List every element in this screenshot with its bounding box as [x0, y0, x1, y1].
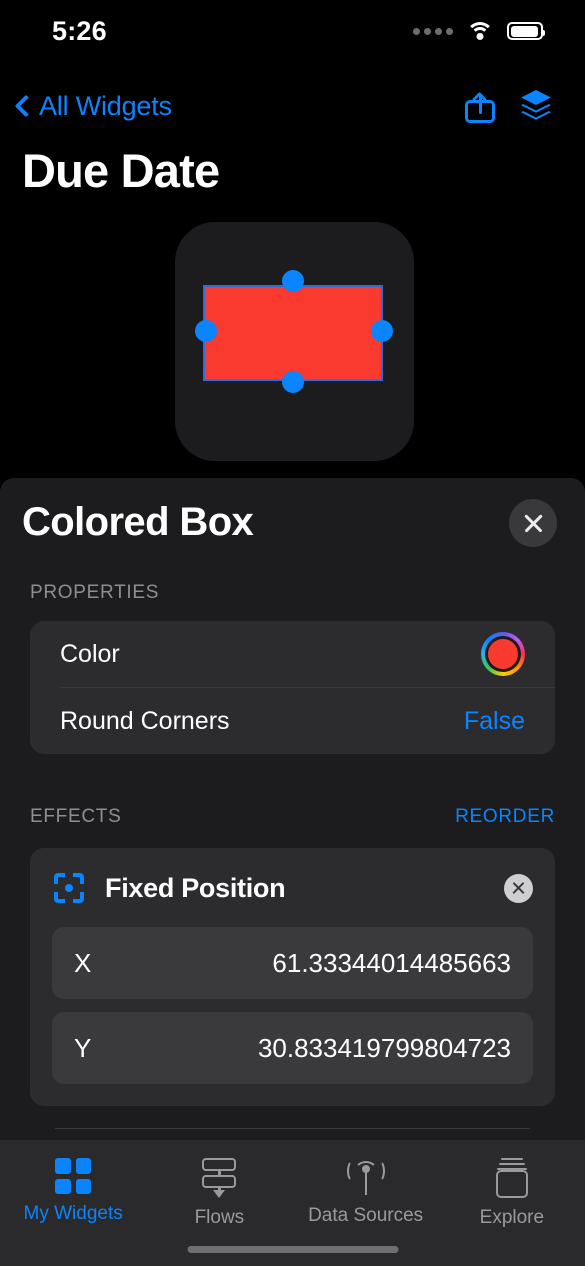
resize-handle-left[interactable]	[195, 320, 217, 342]
tab-label-flows: Flows	[194, 1207, 245, 1228]
effect-header: Fixed Position	[52, 862, 533, 914]
sheet-title: Colored Box	[22, 500, 254, 544]
back-button-label: All Widgets	[39, 90, 172, 121]
resize-handle-bottom[interactable]	[282, 371, 304, 393]
flows-icon	[198, 1158, 240, 1198]
chevron-left-icon	[14, 94, 38, 118]
status-time: 5:26	[52, 15, 107, 46]
effect-field-key-y: Y	[74, 1032, 92, 1063]
nav-actions	[465, 89, 555, 123]
remove-icon[interactable]	[504, 873, 533, 903]
reorder-button[interactable]: REORDER	[455, 806, 555, 828]
layers-glyph	[521, 90, 551, 120]
antenna-icon	[345, 1158, 387, 1196]
page-title: Due Date	[22, 144, 220, 197]
property-row-color[interactable]: Color	[30, 621, 555, 687]
cellular-dots-icon	[413, 27, 453, 35]
effect-field-value-x[interactable]: 61.33344014485663	[272, 948, 511, 979]
grid-icon	[55, 1158, 92, 1194]
effect-field-x[interactable]: X 61.33344014485663	[52, 927, 533, 999]
tab-label-explore: Explore	[479, 1207, 545, 1228]
property-label-color: Color	[60, 639, 120, 668]
resize-handle-top[interactable]	[282, 270, 304, 292]
tab-label-my-widgets: My Widgets	[23, 1203, 123, 1224]
resize-handle-right[interactable]	[371, 320, 393, 342]
effects-section-label: EFFECTS	[30, 806, 122, 827]
app-screen: 5:26 All Widgets Due Date Colored Box PR…	[0, 0, 585, 1266]
status-bar: 5:26	[0, 0, 585, 62]
properties-section-header: PROPERTIES	[0, 574, 585, 604]
tab-label-data-sources: Data Sources	[308, 1205, 424, 1226]
tab-explore[interactable]: Explore	[439, 1140, 585, 1266]
back-button[interactable]: All Widgets	[12, 91, 172, 122]
battery-icon	[507, 22, 545, 40]
colored-box-shape[interactable]	[203, 285, 383, 381]
sheet-header: Colored Box	[0, 478, 585, 574]
effect-title: Fixed Position	[105, 872, 286, 903]
jar-icon	[494, 1158, 530, 1198]
properties-section-label: PROPERTIES	[30, 582, 160, 603]
fixed-position-icon	[53, 872, 85, 904]
close-button[interactable]	[509, 499, 557, 547]
home-indicator[interactable]	[187, 1246, 398, 1253]
effect-field-value-y[interactable]: 30.833419799804723	[258, 1033, 511, 1064]
inspector-sheet: Colored Box PROPERTIES Color Round Corne…	[0, 478, 585, 1140]
effect-card-fixed-position: Fixed Position X 61.33344014485663 Y 30.…	[30, 848, 555, 1106]
color-swatch	[488, 639, 518, 669]
effect-field-y[interactable]: Y 30.833419799804723	[52, 1012, 533, 1084]
property-label-round-corners: Round Corners	[60, 706, 230, 735]
tab-my-widgets[interactable]: My Widgets	[0, 1140, 146, 1266]
share-icon[interactable]	[465, 89, 495, 123]
wifi-icon	[466, 21, 494, 42]
property-value-round-corners[interactable]: False	[464, 707, 525, 736]
property-row-round-corners[interactable]: Round Corners False	[30, 688, 555, 754]
sheet-bottom-divider	[55, 1128, 530, 1129]
nav-bar: All Widgets	[0, 80, 585, 132]
layers-icon[interactable]	[517, 89, 555, 123]
effects-section-header: EFFECTS REORDER	[0, 798, 585, 828]
color-well-button[interactable]	[481, 632, 525, 676]
properties-card: Color Round Corners False	[30, 621, 555, 754]
status-indicators	[413, 21, 545, 42]
effect-field-key-x: X	[74, 947, 92, 978]
